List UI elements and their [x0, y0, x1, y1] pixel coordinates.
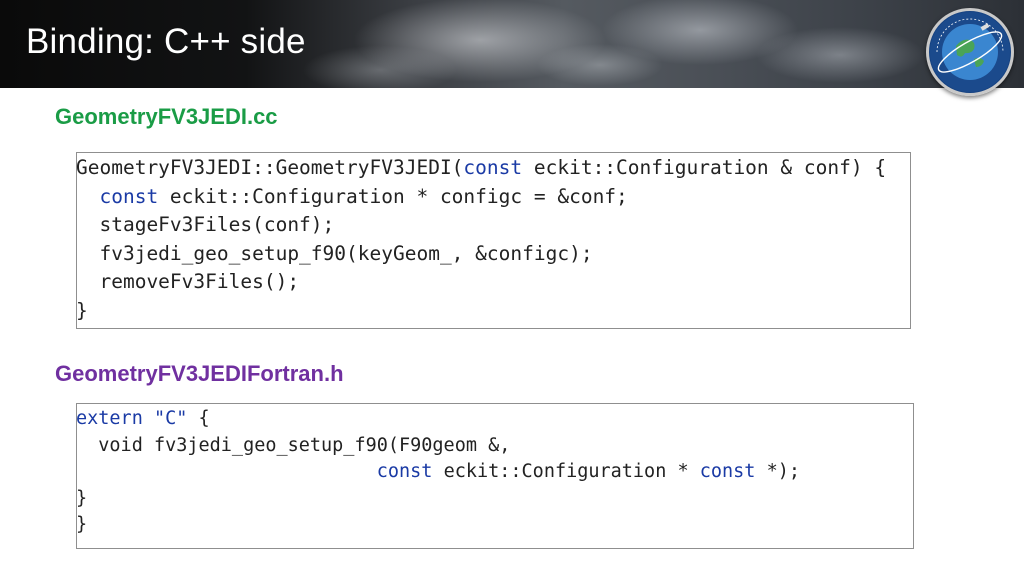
code-h: extern "C" { void fv3jedi_geo_setup_f90(…	[76, 406, 800, 539]
code-line: }	[76, 514, 88, 535]
code-cc: GeometryFV3JEDI::GeometryFV3JEDI(const e…	[76, 154, 886, 326]
code-block-h: extern "C" { void fv3jedi_geo_setup_f90(…	[76, 403, 914, 549]
code-line: GeometryFV3JEDI::GeometryFV3JEDI(const e…	[76, 156, 887, 179]
code-line: const eckit::Configuration * const *);	[376, 461, 801, 482]
code-line: }	[76, 298, 88, 322]
jcsda-logo	[926, 8, 1014, 96]
file-label-cc: GeometryFV3JEDI.cc	[55, 104, 278, 129]
file-label-h: GeometryFV3JEDIFortran.h	[55, 361, 344, 386]
code-line: stageFv3Files(conf);	[76, 213, 335, 237]
code-line: removeFv3Files();	[76, 270, 300, 294]
code-line: const eckit::Configuration * configc = &…	[99, 184, 628, 208]
code-line: }	[76, 487, 88, 509]
code-block-cc: GeometryFV3JEDI::GeometryFV3JEDI(const e…	[76, 152, 911, 329]
title-banner: Binding: C++ side	[0, 0, 1024, 88]
code-line: extern "C" {	[76, 408, 210, 429]
code-line: void fv3jedi_geo_setup_f90(F90geom &,	[76, 434, 511, 456]
code-line: fv3jedi_geo_setup_f90(keyGeom_, &configc…	[76, 241, 593, 265]
slide-title: Binding: C++ side	[26, 22, 306, 61]
